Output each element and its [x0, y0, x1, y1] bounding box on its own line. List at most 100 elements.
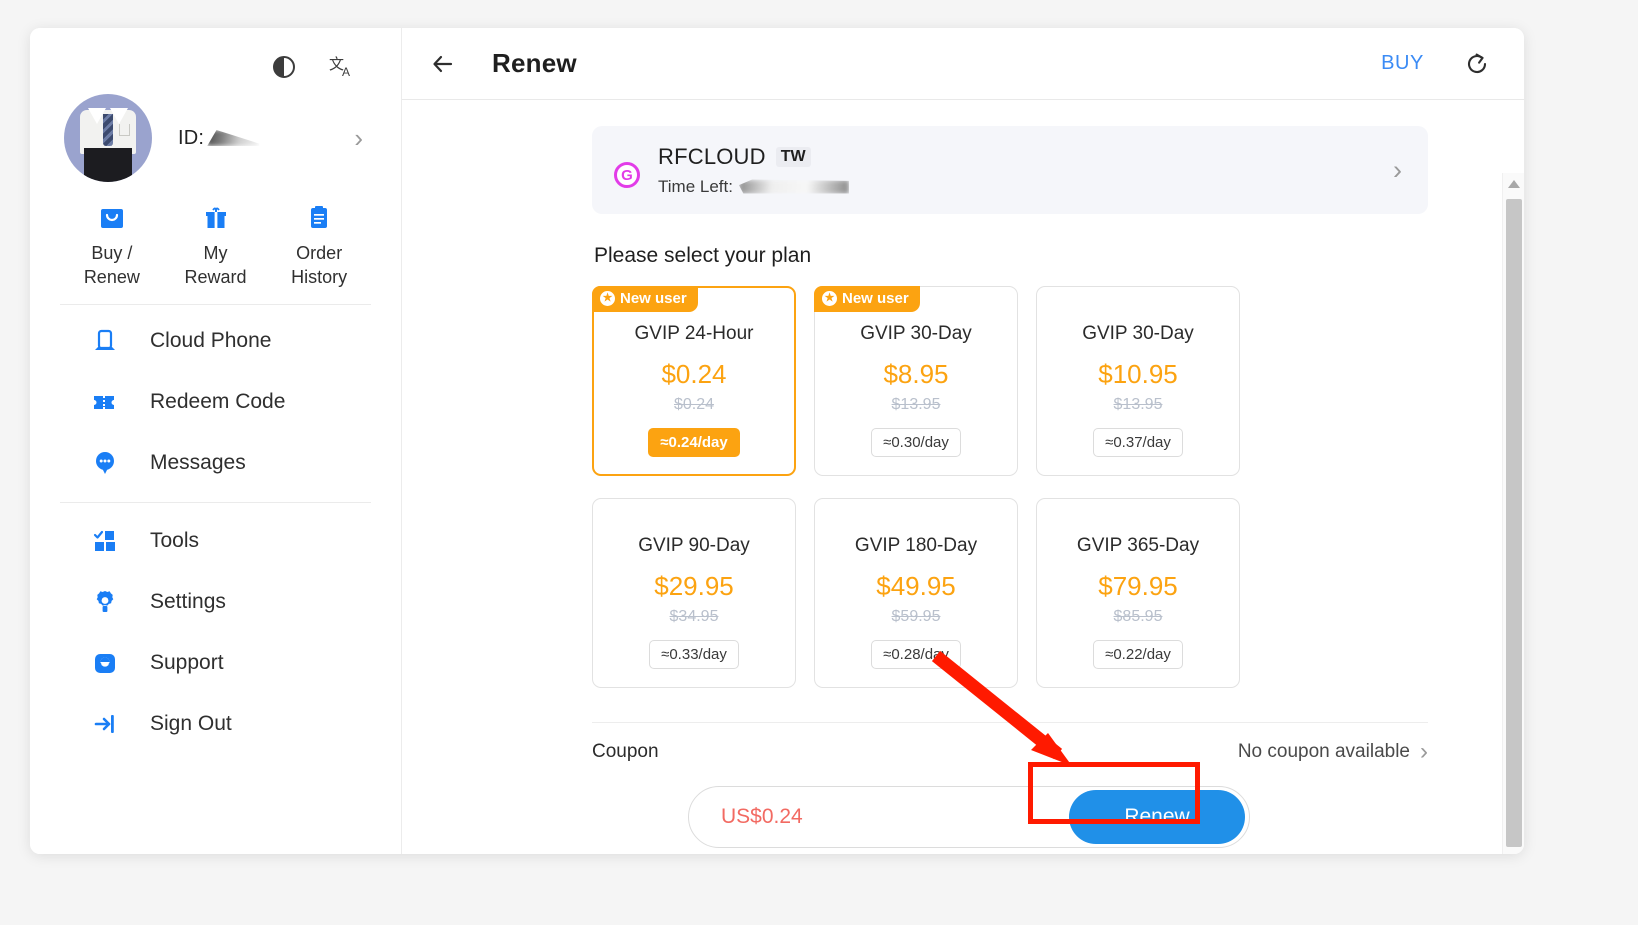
plan-per-day: ≈0.24/day	[648, 428, 740, 457]
plan-price: $0.24	[661, 359, 727, 389]
plan-price: $79.95	[1098, 571, 1178, 601]
plan-name: GVIP 365-Day	[1076, 535, 1200, 556]
sidebar-item-label: Sign Out	[150, 712, 232, 736]
plan-card[interactable]: ★ New user GVIP 30-Day $8.95 $13.95 ≈0.3…	[814, 286, 1018, 476]
sidebar-item-label: Settings	[150, 590, 226, 614]
time-left-label: Time Left:	[658, 176, 733, 196]
application-window: 文 A ID: › Buy / Renew My Reward Order Hi…	[30, 28, 1524, 854]
ticket-icon	[88, 387, 122, 417]
profile-row[interactable]: ID: ›	[52, 84, 379, 188]
plan-original-price: $34.95	[669, 608, 719, 625]
plan-card[interactable]: GVIP 365-Day $79.95 $85.95 ≈0.22/day	[1036, 498, 1240, 688]
top-bar: Renew BUY	[402, 28, 1524, 100]
sidebar-item-tools[interactable]: Tools	[52, 511, 379, 572]
account-info: RFCLOUD TW Time Left:	[658, 144, 849, 197]
language-icon[interactable]: 文 A	[327, 52, 357, 82]
page-title: Renew	[492, 48, 577, 78]
coupon-label: Coupon	[592, 741, 659, 762]
avatar	[64, 94, 152, 182]
quick-action-order-history[interactable]: Order History	[267, 200, 371, 304]
plan-original-price: $0.24	[673, 396, 715, 413]
plan-name: GVIP 30-Day	[860, 323, 972, 344]
quick-action-my-reward[interactable]: My Reward	[164, 200, 268, 304]
scrollbar-thumb[interactable]	[1505, 199, 1522, 847]
plan-original-price: $13.95	[1113, 396, 1163, 413]
sidebar-divider	[60, 501, 371, 503]
main-panel: Renew BUY G RFCLOUD TW Time Left: › Plea…	[402, 28, 1524, 854]
sign-out-icon	[88, 709, 122, 739]
user-id-redacted-value	[207, 130, 260, 146]
sidebar-item-sign-out[interactable]: Sign Out	[52, 694, 379, 755]
headset-agent-icon	[88, 648, 122, 678]
plan-per-day: ≈0.33/day	[649, 640, 739, 669]
new-user-badge: ★ New user	[592, 286, 698, 312]
sidebar-item-label: Tools	[150, 529, 200, 553]
vertical-scrollbar[interactable]	[1502, 173, 1524, 854]
svg-text:A: A	[342, 65, 350, 79]
plan-per-day: ≈0.37/day	[1093, 428, 1183, 457]
sidebar-item-label: Redeem Code	[150, 390, 286, 414]
account-chevron-icon: ›	[1393, 154, 1402, 185]
quick-actions-row: Buy / Renew My Reward Order History	[60, 188, 371, 305]
sidebar-item-label: Cloud Phone	[150, 329, 272, 353]
plan-price: $29.95	[654, 571, 734, 601]
quick-action-label: My Reward	[184, 243, 247, 287]
coupon-row[interactable]: Coupon No coupon available ›	[592, 723, 1428, 781]
plan-original-price: $13.95	[891, 396, 941, 413]
sidebar-item-support[interactable]: Support	[52, 633, 379, 694]
new-user-badge: ★ New user	[814, 286, 920, 312]
clipboard-list-icon	[267, 200, 371, 234]
sidebar-item-settings[interactable]: Settings	[52, 572, 379, 633]
plan-name: GVIP 24-Hour	[634, 323, 754, 344]
sidebar-menu: Cloud Phone Redeem Code Messages Tools S…	[52, 305, 379, 755]
plan-name: GVIP 90-Day	[638, 535, 750, 556]
quick-action-label: Buy / Renew	[83, 243, 140, 287]
refresh-icon[interactable]	[1462, 49, 1492, 79]
account-banner[interactable]: G RFCLOUD TW Time Left: ›	[592, 126, 1428, 214]
plan-grid: ★ New user GVIP 24-Hour $0.24 $0.24 ≈0.2…	[592, 286, 1428, 688]
sidebar-item-messages[interactable]: Messages	[52, 433, 379, 494]
account-region-badge: TW	[775, 146, 811, 167]
cloud-phone-icon	[88, 326, 122, 356]
gift-icon	[164, 200, 268, 234]
gear-icon	[88, 587, 122, 617]
plan-original-price: $85.95	[1113, 608, 1163, 625]
quick-action-label: Order History	[291, 243, 348, 287]
quick-action-buy-renew[interactable]: Buy / Renew	[60, 200, 164, 304]
plan-card[interactable]: GVIP 180-Day $49.95 $59.95 ≈0.28/day	[814, 498, 1018, 688]
plan-name: GVIP 180-Day	[854, 535, 978, 556]
time-left-redacted-value	[738, 179, 849, 194]
pay-bar: US$0.24 Renew	[688, 786, 1250, 848]
new-user-badge-label: New user	[842, 290, 909, 307]
sidebar-item-label: Support	[150, 651, 224, 675]
theme-contrast-icon[interactable]	[269, 52, 299, 82]
sidebar-item-cloud-phone[interactable]: Cloud Phone	[52, 311, 379, 372]
scroll-up-arrow[interactable]	[1503, 173, 1525, 195]
grid-tools-icon	[88, 526, 122, 556]
plan-card[interactable]: ★ New user GVIP 24-Hour $0.24 $0.24 ≈0.2…	[592, 286, 796, 476]
plans-heading: Please select your plan	[594, 244, 812, 267]
plan-per-day: ≈0.22/day	[1093, 640, 1183, 669]
arrow-left-icon[interactable]	[426, 47, 460, 81]
chat-bubble-icon	[88, 448, 122, 478]
content-scroll-area: G RFCLOUD TW Time Left: › Please select …	[402, 100, 1524, 854]
plan-per-day: ≈0.28/day	[871, 640, 961, 669]
user-id: ID:	[178, 127, 260, 150]
profile-chevron-icon: ›	[354, 123, 363, 153]
plan-price: $8.95	[883, 359, 949, 389]
plan-card[interactable]: GVIP 90-Day $29.95 $34.95 ≈0.33/day	[592, 498, 796, 688]
star-icon: ★	[600, 291, 615, 306]
top-bar-actions: BUY	[1381, 49, 1492, 79]
plan-price: $10.95	[1098, 359, 1178, 389]
plan-per-day: ≈0.30/day	[871, 428, 961, 457]
plan-card[interactable]: GVIP 30-Day $10.95 $13.95 ≈0.37/day	[1036, 286, 1240, 476]
buy-button[interactable]: BUY	[1381, 52, 1424, 75]
sidebar-item-redeem-code[interactable]: Redeem Code	[52, 372, 379, 433]
account-time-left: Time Left:	[658, 177, 849, 197]
scrollbar-track[interactable]	[1503, 195, 1525, 847]
renew-button[interactable]: Renew	[1069, 790, 1245, 844]
star-icon: ★	[822, 291, 837, 306]
plan-price: $49.95	[876, 571, 956, 601]
sidebar-utility-row: 文 A	[52, 28, 379, 84]
content-inner: G RFCLOUD TW Time Left: › Please select …	[402, 100, 1524, 781]
